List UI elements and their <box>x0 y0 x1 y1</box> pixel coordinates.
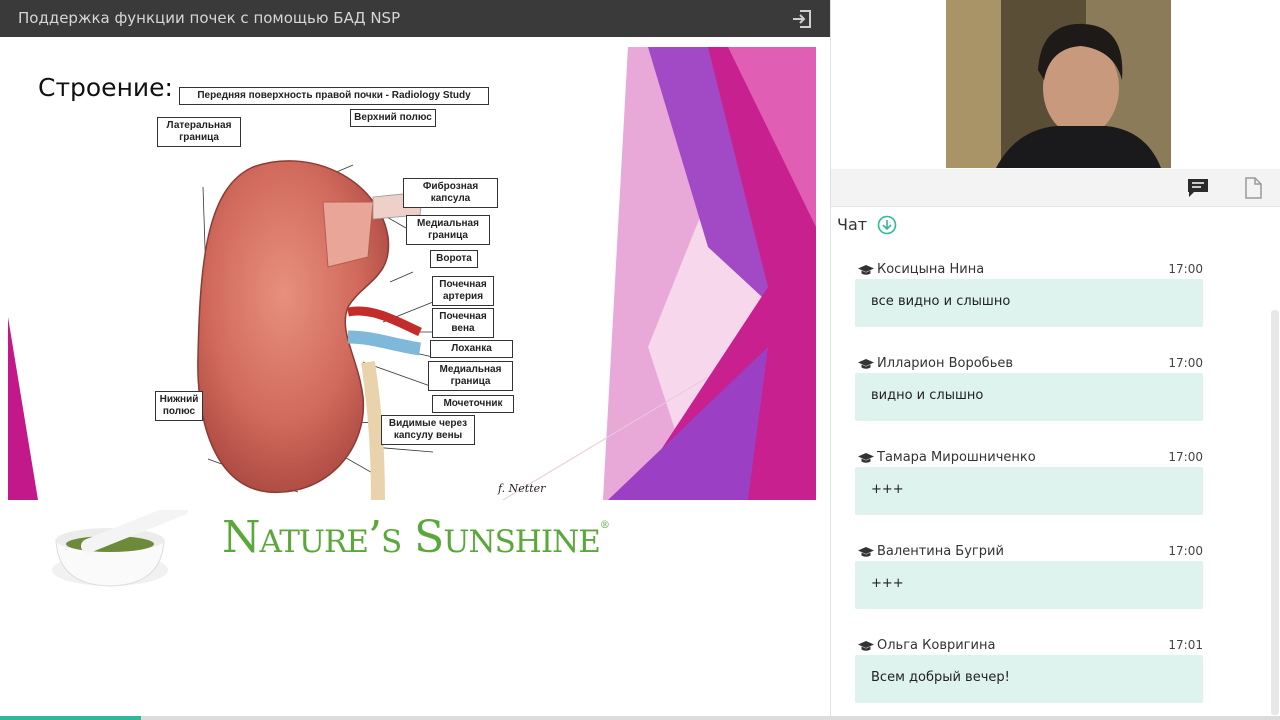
playback-progress-fill <box>0 716 141 720</box>
graduation-cap-icon <box>858 359 874 369</box>
message-text: Всем добрый вечер! <box>871 670 1010 685</box>
label-renal-vein: Почечная вена <box>432 308 494 338</box>
message-author: Тамара Мирошниченко <box>877 450 1036 465</box>
slide-heading: Строение: <box>38 73 173 102</box>
message-time: 17:00 <box>1168 450 1203 464</box>
label-renal-pelvis: Лоханка <box>430 340 513 358</box>
graduation-cap-icon <box>858 265 874 275</box>
speaker-video <box>946 0 1171 168</box>
label-renal-artery: Почечная артерия <box>432 276 494 306</box>
chat-scrollbar[interactable] <box>1271 310 1279 715</box>
label-title: Передняя поверхность правой почки - Radi… <box>179 87 489 105</box>
message-time: 17:01 <box>1168 638 1203 652</box>
brand-logo: Nature’s Sunshine® <box>222 512 610 563</box>
message-time: 17:00 <box>1168 262 1203 276</box>
label-upper-pole: Верхний полюс <box>350 109 436 127</box>
document-icon[interactable] <box>1243 177 1263 199</box>
label-lower-pole: Нижний полюс <box>155 391 203 421</box>
graduation-cap-icon <box>858 453 874 463</box>
message-text: +++ <box>871 482 904 497</box>
message-text: видно и слышно <box>871 388 984 403</box>
message-bubble: +++ <box>855 561 1203 609</box>
label-medial-border: Медиальная граница <box>406 215 490 245</box>
webinar-header: Поддержка функции почек с помощью БАД NS… <box>0 0 830 37</box>
chat-message: Ольга Ковригина 17:01 Всем добрый вечер! <box>855 636 1203 703</box>
label-hilum: Ворота <box>430 250 478 268</box>
label-medial-border-2: Медиальная граница <box>428 361 513 391</box>
brand-name: Nature’s Sunshine <box>222 512 601 563</box>
exit-icon[interactable] <box>790 7 814 31</box>
chat-message: Валентина Бугрий 17:00 +++ <box>855 542 1203 609</box>
label-lateral-border: Латеральная граница <box>157 117 241 147</box>
panel-tabs <box>831 169 1280 207</box>
message-time: 17:00 <box>1168 544 1203 558</box>
presentation-area: Строение: f. Netter Передняя поверхность… <box>0 37 830 720</box>
message-bubble: видно и слышно <box>855 373 1203 421</box>
mortar-and-pestle-image <box>52 510 188 587</box>
kidney-illustration: f. Netter <box>197 160 546 500</box>
webinar-title: Поддержка функции почек с помощью БАД NS… <box>18 9 401 27</box>
chat-message: Тамара Мирошниченко 17:00 +++ <box>855 448 1203 515</box>
label-ureter: Мочеточник <box>432 395 514 413</box>
registered-mark: ® <box>599 520 610 531</box>
message-time: 17:00 <box>1168 356 1203 370</box>
side-panel: Чат Косицына Нина 17:00 все видно и слыш… <box>830 0 1280 720</box>
speaker-video-frame <box>946 0 1171 168</box>
message-author: Валентина Бугрий <box>877 544 1004 559</box>
presentation-slide: Строение: f. Netter Передняя поверхность… <box>8 47 816 500</box>
label-visible-veins: Видимые через капсулу вены <box>381 415 475 445</box>
graduation-cap-icon <box>858 547 874 557</box>
scroll-down-icon[interactable] <box>877 215 897 235</box>
message-text: все видно и слышно <box>871 294 1011 309</box>
message-author: Илларион Воробьев <box>877 356 1014 371</box>
label-fibrous-capsule: Фиброзная капсула <box>403 178 498 208</box>
message-author: Косицына Нина <box>877 262 985 277</box>
message-bubble: Всем добрый вечер! <box>855 655 1203 703</box>
chat-message: Илларион Воробьев 17:00 видно и слышно <box>855 354 1203 421</box>
playback-progress[interactable] <box>0 716 1280 720</box>
chat-message: Косицына Нина 17:00 все видно и слышно <box>855 260 1203 327</box>
graduation-cap-icon <box>858 641 874 651</box>
svg-text:f. Netter: f. Netter <box>497 482 546 495</box>
message-bubble: все видно и слышно <box>855 279 1203 327</box>
message-author: Ольга Ковригина <box>877 638 996 653</box>
chat-title: Чат <box>837 215 868 234</box>
message-bubble: +++ <box>855 467 1203 515</box>
message-text: +++ <box>871 576 904 591</box>
chat-icon[interactable] <box>1186 177 1210 199</box>
